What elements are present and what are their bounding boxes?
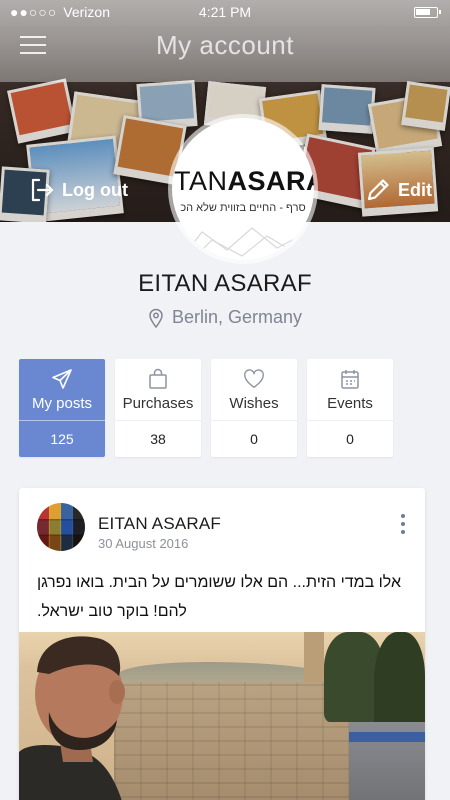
edit-label: Edit bbox=[398, 179, 432, 200]
location-pin-icon bbox=[149, 308, 163, 328]
post-author-avatar[interactable] bbox=[37, 503, 85, 551]
tab-count: 38 bbox=[115, 420, 201, 457]
tab-count: 125 bbox=[19, 420, 105, 457]
avatar-sketch-decoration bbox=[181, 227, 305, 260]
paper-plane-icon bbox=[52, 369, 72, 389]
logout-arrow-icon bbox=[31, 178, 54, 202]
tab-label: Events bbox=[327, 395, 373, 412]
tab-label: Wishes bbox=[229, 395, 279, 412]
carrier-name: Verizon bbox=[63, 4, 110, 20]
tab-wishes[interactable]: Wishes 0 bbox=[211, 359, 297, 457]
heart-icon bbox=[244, 369, 264, 388]
avatar-subtitle: סרף - החיים בזווית שלא הכ bbox=[180, 202, 306, 214]
location-text: Berlin, Germany bbox=[171, 307, 303, 327]
post-text: אלו במדי הזית... הם אלו ששומרים על הבית.… bbox=[37, 574, 402, 620]
profile-name: EITAN ASARAF bbox=[138, 270, 312, 297]
profile-avatar[interactable]: ITANASARA סרף - החיים בזווית שלא הכ bbox=[172, 118, 314, 260]
page-title: My account bbox=[156, 30, 294, 60]
post-image[interactable] bbox=[19, 632, 425, 800]
avatar-logo-text: ITANASARA bbox=[172, 166, 314, 196]
post-author-name[interactable]: EITAN ASARAF bbox=[98, 514, 221, 534]
profile-stat-tabs: My posts 125 Purchases 38 Wishes 0 Event… bbox=[19, 359, 394, 457]
tab-events[interactable]: Events 0 bbox=[307, 359, 393, 457]
battery-icon bbox=[414, 7, 441, 18]
status-bar: ●●○○○ Verizon 4:21 PM bbox=[0, 0, 450, 24]
tab-count: 0 bbox=[211, 420, 297, 457]
tab-my-posts[interactable]: My posts 125 bbox=[19, 359, 105, 457]
clock: 4:21 PM bbox=[198, 4, 252, 20]
edit-button[interactable]: Edit bbox=[364, 176, 432, 204]
profile-location: Berlin, Germany bbox=[0, 307, 450, 328]
tab-purchases[interactable]: Purchases 38 bbox=[115, 359, 201, 457]
post-card: EITAN ASARAF 30 August 2016 אלו במדי הזי… bbox=[19, 488, 425, 800]
tab-label: My posts bbox=[31, 395, 92, 412]
tab-count: 0 bbox=[307, 420, 393, 457]
shopping-bag-icon bbox=[149, 368, 167, 389]
signal-strength-icon: ●●○○○ bbox=[10, 4, 58, 20]
vertical-dots-icon[interactable] bbox=[399, 514, 407, 534]
post-image-person bbox=[19, 636, 125, 800]
logout-button[interactable]: Log out bbox=[28, 176, 128, 204]
post-date: 30 August 2016 bbox=[98, 536, 189, 551]
pencil-icon bbox=[367, 179, 389, 201]
logout-label: Log out bbox=[62, 179, 128, 200]
calendar-icon bbox=[341, 370, 359, 389]
tab-label: Purchases bbox=[122, 395, 194, 412]
